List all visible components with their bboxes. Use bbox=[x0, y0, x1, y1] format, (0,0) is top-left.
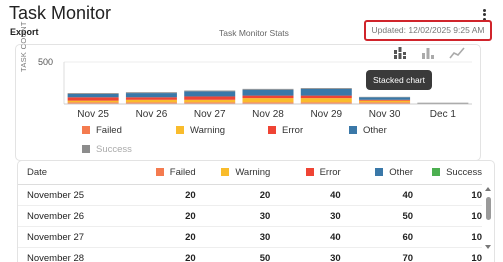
legend-failed-swatch bbox=[82, 126, 90, 134]
legend-other-label: Other bbox=[363, 125, 387, 136]
bar-segment-success-3[interactable] bbox=[184, 91, 235, 92]
bar-segment-other-3[interactable] bbox=[184, 91, 235, 96]
col-success-label: Success bbox=[446, 167, 482, 178]
legend-success-label: Success bbox=[96, 144, 132, 155]
scroll-down-arrow-icon[interactable] bbox=[485, 245, 491, 249]
cell-success: 10 bbox=[413, 227, 482, 248]
cell-success: 10 bbox=[413, 185, 482, 206]
legend-other-swatch bbox=[349, 126, 357, 134]
cell-other: 50 bbox=[341, 206, 413, 227]
cell-success: 10 bbox=[413, 206, 482, 227]
bar-segment-error-4[interactable] bbox=[243, 96, 294, 99]
legend-failed[interactable]: Failed bbox=[82, 125, 122, 136]
legend-error-swatch bbox=[268, 126, 276, 134]
col-failed-swatch bbox=[156, 168, 164, 176]
x-tick-label: Nov 25 bbox=[77, 109, 109, 120]
cell-date: November 27 bbox=[18, 227, 125, 248]
bar-segment-success-4[interactable] bbox=[243, 89, 294, 90]
col-failed-label: Failed bbox=[170, 167, 196, 178]
col-success-swatch bbox=[432, 168, 440, 176]
bar-segment-other-2[interactable] bbox=[126, 93, 177, 97]
col-warning[interactable]: Warning bbox=[196, 161, 271, 185]
cell-date: November 26 bbox=[18, 206, 125, 227]
cell-warning: 30 bbox=[196, 227, 271, 248]
col-error-swatch bbox=[306, 168, 314, 176]
bar-segment-other-1[interactable] bbox=[68, 94, 119, 97]
table-scrollbar[interactable] bbox=[486, 197, 491, 220]
bar-segment-success-1[interactable] bbox=[68, 93, 119, 94]
table-header-row: Date Failed Warning Error Other Success bbox=[18, 161, 482, 185]
col-date[interactable]: Date bbox=[18, 161, 125, 185]
cell-failed: 20 bbox=[125, 227, 196, 248]
x-tick-label: Dec 1 bbox=[430, 109, 457, 120]
col-error-label: Error bbox=[320, 167, 341, 178]
bar-segment-warning-5[interactable] bbox=[301, 98, 352, 102]
col-success[interactable]: Success bbox=[413, 161, 482, 185]
legend-warning-swatch bbox=[176, 126, 184, 134]
cell-other: 60 bbox=[341, 227, 413, 248]
bar-segment-error-6[interactable] bbox=[359, 100, 410, 101]
cell-warning: 50 bbox=[196, 248, 271, 262]
x-tick-label: Nov 26 bbox=[136, 109, 168, 120]
bar-segment-warning-1[interactable] bbox=[68, 101, 119, 103]
col-other-label: Other bbox=[389, 167, 413, 178]
data-table: Date Failed Warning Error Other Success … bbox=[17, 160, 495, 262]
stacked-bar-chart: Nov 25 Nov 26 Nov 27 Nov 28 Nov 29 Nov 30 Dec … bbox=[0, 0, 503, 125]
bar-segment-success-5[interactable] bbox=[301, 88, 352, 89]
cell-success: 10 bbox=[413, 248, 482, 262]
table-row: November 25 20 20 40 40 10 bbox=[18, 185, 482, 206]
x-tick-label: Nov 30 bbox=[369, 109, 401, 120]
legend-warning[interactable]: Warning bbox=[176, 125, 225, 136]
table-row: November 26 20 30 30 50 10 bbox=[18, 206, 482, 227]
legend-success[interactable]: Success bbox=[82, 144, 132, 155]
legend-other[interactable]: Other bbox=[349, 125, 387, 136]
bar-segment-warning-4[interactable] bbox=[243, 98, 294, 102]
bar-segment-error-2[interactable] bbox=[126, 97, 177, 100]
col-other-swatch bbox=[375, 168, 383, 176]
col-failed[interactable]: Failed bbox=[125, 161, 196, 185]
cell-other: 40 bbox=[341, 185, 413, 206]
bar-segment-warning-3[interactable] bbox=[184, 100, 235, 103]
cell-error: 40 bbox=[270, 227, 340, 248]
bar-segment-other-6[interactable] bbox=[359, 97, 410, 100]
bar-segment-success-2[interactable] bbox=[126, 92, 177, 93]
bar-segment-other-4[interactable] bbox=[243, 90, 294, 96]
cell-error: 40 bbox=[270, 185, 340, 206]
bar-segment-warning-6[interactable] bbox=[359, 101, 410, 103]
x-tick-label: Nov 28 bbox=[252, 109, 284, 120]
col-warning-swatch bbox=[221, 168, 229, 176]
bar-segment-other-5[interactable] bbox=[301, 89, 352, 96]
cell-date: November 28 bbox=[18, 248, 125, 262]
cell-failed: 20 bbox=[125, 185, 196, 206]
bar-segment-error-3[interactable] bbox=[184, 96, 235, 99]
col-error[interactable]: Error bbox=[270, 161, 340, 185]
stacked-chart-tooltip: Stacked chart bbox=[366, 70, 432, 90]
legend-success-swatch bbox=[82, 145, 90, 153]
cell-error: 30 bbox=[270, 206, 340, 227]
cell-error: 30 bbox=[270, 248, 340, 262]
bar-segment-warning-2[interactable] bbox=[126, 100, 177, 103]
cell-warning: 20 bbox=[196, 185, 271, 206]
bar-segment-error-5[interactable] bbox=[301, 96, 352, 99]
legend-error[interactable]: Error bbox=[268, 125, 303, 136]
cell-other: 70 bbox=[341, 248, 413, 262]
bar-segment-error-1[interactable] bbox=[68, 97, 119, 100]
table-row: November 28 20 50 30 70 10 bbox=[18, 248, 482, 262]
col-other[interactable]: Other bbox=[341, 161, 413, 185]
cell-warning: 30 bbox=[196, 206, 271, 227]
table-row: November 27 20 30 40 60 10 bbox=[18, 227, 482, 248]
legend-warning-label: Warning bbox=[190, 125, 225, 136]
x-tick-label: Nov 29 bbox=[310, 109, 342, 120]
x-tick-label: Nov 27 bbox=[194, 109, 226, 120]
col-warning-label: Warning bbox=[235, 167, 270, 178]
legend-failed-label: Failed bbox=[96, 125, 122, 136]
scroll-up-arrow-icon[interactable] bbox=[485, 187, 491, 191]
cell-failed: 20 bbox=[125, 248, 196, 262]
legend-error-label: Error bbox=[282, 125, 303, 136]
cell-failed: 20 bbox=[125, 206, 196, 227]
cell-date: November 25 bbox=[18, 185, 125, 206]
